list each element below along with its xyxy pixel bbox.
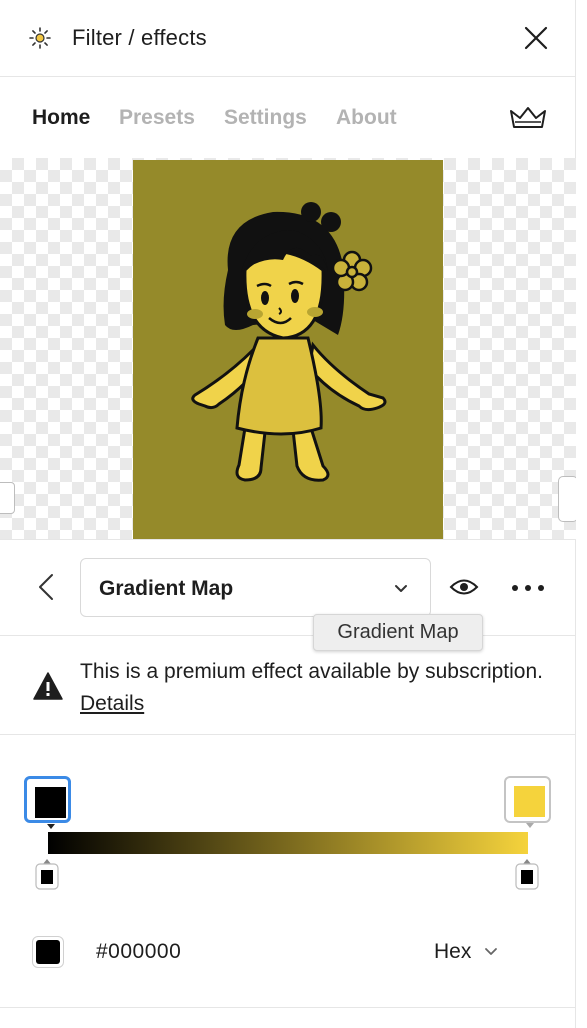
effect-dropdown-value: Gradient Map [99,577,234,600]
end-color-fill [514,786,545,817]
crown-icon[interactable] [508,103,548,133]
gradient-bar[interactable] [48,832,528,854]
tooltip: Gradient Map [313,614,483,651]
notice-message: This is a premium effect available by su… [80,660,543,683]
tab-bar: Home Presets Settings About [0,78,576,158]
hex-value-input[interactable]: #000000 [96,940,181,964]
end-color-swatch[interactable] [504,776,551,828]
tab-presets[interactable]: Presets [119,106,195,130]
window-title: Filter / effects [72,25,207,50]
more-horizontal-icon[interactable] [510,580,546,596]
chevron-down-icon [485,948,497,955]
start-color-swatch[interactable] [24,776,71,829]
premium-notice: This is a premium effect available by su… [0,637,576,735]
notice-text: This is a premium effect available by su… [80,656,550,720]
image-preview [0,158,578,540]
window-edge [576,0,587,1028]
preview-artwork [133,160,443,539]
warning-icon [33,672,63,700]
gradient-stop-end[interactable] [515,858,539,890]
preview-resize-handle-left[interactable] [0,482,15,514]
effect-dropdown[interactable]: Gradient Map [80,558,431,617]
tab-settings[interactable]: Settings [224,106,307,130]
plugin-panel: Filter / effects Home Presets Settings A… [0,0,578,1028]
gradient-stop-start[interactable] [35,858,59,890]
effect-toolbar: Gradient Map Gradient Map [0,540,576,651]
title-bar: Filter / effects [0,0,576,77]
sun-sparkle-icon [29,27,51,49]
chevron-down-icon [395,585,407,592]
close-icon[interactable] [520,22,552,54]
gradient-editor: #000000 Hex [0,736,576,1008]
details-link[interactable]: Details [80,692,144,715]
eye-icon[interactable] [449,576,479,598]
color-preview-fill [36,940,60,964]
preview-resize-handle-right[interactable] [558,476,578,522]
tab-about[interactable]: About [336,106,397,130]
color-preview-swatch[interactable] [32,936,64,968]
start-color-fill [35,787,66,818]
chevron-left-icon[interactable] [34,572,58,602]
color-format-select[interactable]: Hex [434,940,471,964]
tab-home[interactable]: Home [32,106,90,130]
